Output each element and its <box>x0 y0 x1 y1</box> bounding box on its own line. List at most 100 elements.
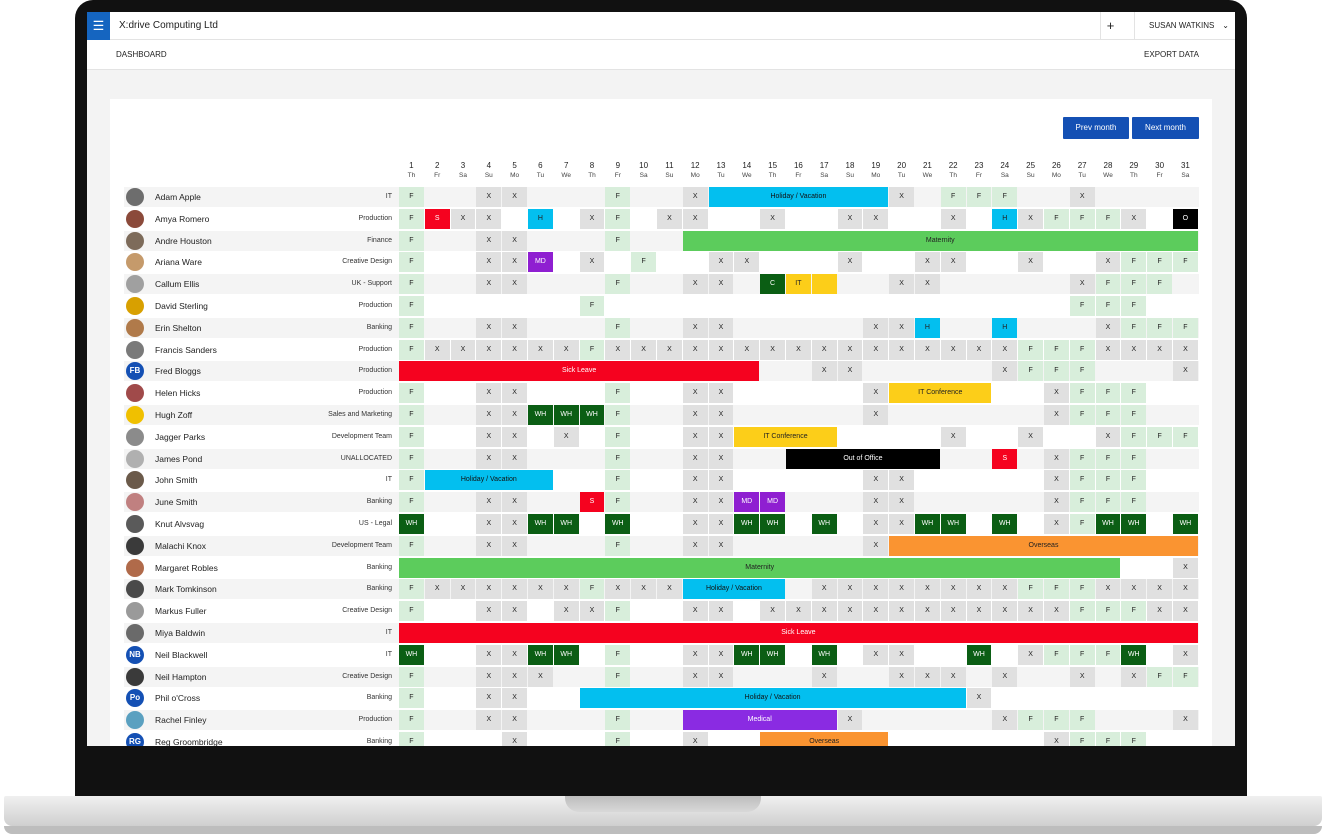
day-cell[interactable]: F <box>579 339 605 360</box>
day-cell[interactable]: X <box>1018 601 1043 622</box>
day-cell[interactable] <box>1147 383 1172 403</box>
day-cell[interactable] <box>889 361 914 381</box>
day-cell[interactable] <box>451 645 476 665</box>
day-cell[interactable] <box>1070 427 1095 447</box>
day-cell[interactable]: X <box>863 317 889 338</box>
wfh-cell[interactable]: WH <box>811 514 837 534</box>
absence-bar-overseas[interactable]: Overseas <box>760 732 889 746</box>
day-cell[interactable]: X <box>476 187 502 207</box>
employee-name[interactable]: John Smith <box>155 470 198 490</box>
day-cell[interactable]: X <box>708 514 734 534</box>
day-cell[interactable]: F <box>605 644 631 665</box>
day-cell[interactable]: X <box>708 644 734 665</box>
day-cell[interactable] <box>554 318 579 338</box>
day-cell[interactable] <box>631 209 656 229</box>
day-cell[interactable] <box>554 732 579 746</box>
day-cell[interactable]: F <box>579 296 605 316</box>
day-cell[interactable] <box>967 405 992 425</box>
day-cell[interactable] <box>1147 187 1172 207</box>
day-cell[interactable] <box>992 427 1017 447</box>
day-cell[interactable]: X <box>1044 601 1069 622</box>
day-cell[interactable] <box>1018 667 1043 687</box>
day-cell[interactable]: X <box>631 579 656 600</box>
day-cell[interactable]: X <box>476 383 502 404</box>
day-cell[interactable] <box>580 187 605 207</box>
day-cell[interactable]: X <box>502 644 527 665</box>
day-cell[interactable]: F <box>966 187 992 207</box>
day-cell[interactable] <box>528 383 553 403</box>
day-cell[interactable]: F <box>1069 383 1095 404</box>
day-cell[interactable]: F <box>605 492 631 513</box>
day-cell[interactable] <box>657 470 682 490</box>
day-cell[interactable]: X <box>605 339 631 360</box>
day-cell[interactable]: X <box>502 514 527 534</box>
day-cell[interactable]: F <box>1173 317 1198 338</box>
day-cell[interactable] <box>863 710 888 730</box>
wfh-cell[interactable]: WH <box>553 644 579 665</box>
day-cell[interactable]: X <box>682 448 708 469</box>
day-cell[interactable] <box>760 405 785 425</box>
wfh-cell[interactable]: WH <box>528 514 553 534</box>
day-cell[interactable]: F <box>605 426 631 447</box>
absence-bar-holiday[interactable]: Holiday / Vacation <box>708 187 889 207</box>
day-cell[interactable]: X <box>682 339 708 360</box>
day-cell[interactable]: X <box>1044 448 1069 469</box>
day-cell[interactable] <box>631 514 656 534</box>
day-cell[interactable]: X <box>863 579 889 600</box>
day-cell[interactable] <box>812 383 837 403</box>
day-cell[interactable] <box>1121 710 1146 730</box>
day-cell[interactable]: X <box>682 187 708 207</box>
day-cell[interactable] <box>915 645 940 665</box>
conference-cell[interactable] <box>811 274 837 295</box>
day-cell[interactable]: X <box>889 339 914 360</box>
day-cell[interactable] <box>631 536 656 556</box>
day-cell[interactable]: X <box>476 317 502 338</box>
day-cell[interactable]: F <box>1069 514 1095 534</box>
day-cell[interactable] <box>1044 274 1069 294</box>
day-cell[interactable] <box>734 732 759 746</box>
day-cell[interactable] <box>605 296 630 316</box>
wfh-cell[interactable]: WH <box>605 514 631 534</box>
day-cell[interactable] <box>425 187 450 207</box>
day-cell[interactable] <box>451 492 476 512</box>
wfh-cell[interactable]: WH <box>1121 514 1147 534</box>
sick-cell[interactable]: S <box>992 448 1018 469</box>
day-cell[interactable] <box>863 252 888 272</box>
day-cell[interactable] <box>425 688 450 708</box>
day-cell[interactable]: F <box>1018 339 1043 360</box>
day-cell[interactable] <box>1147 361 1172 381</box>
day-cell[interactable] <box>1147 209 1172 229</box>
day-cell[interactable]: X <box>1044 514 1069 534</box>
day-cell[interactable]: X <box>992 339 1018 360</box>
day-cell[interactable] <box>425 645 450 665</box>
day-cell[interactable] <box>1044 667 1069 687</box>
day-cell[interactable]: X <box>682 644 708 665</box>
day-cell[interactable] <box>941 361 966 381</box>
day-cell[interactable] <box>889 209 914 229</box>
day-cell[interactable]: X <box>682 732 708 746</box>
day-cell[interactable]: X <box>992 666 1018 687</box>
day-cell[interactable] <box>915 427 940 447</box>
day-cell[interactable]: X <box>811 666 837 687</box>
day-cell[interactable] <box>657 732 682 746</box>
day-cell[interactable] <box>863 274 888 294</box>
day-cell[interactable]: X <box>708 492 734 513</box>
day-cell[interactable] <box>425 732 450 746</box>
day-cell[interactable]: X <box>708 339 734 360</box>
day-cell[interactable]: F <box>1069 470 1095 491</box>
day-cell[interactable] <box>554 688 579 708</box>
day-cell[interactable]: X <box>940 579 966 600</box>
day-cell[interactable] <box>657 187 682 207</box>
day-cell[interactable]: X <box>682 535 708 556</box>
day-cell[interactable]: X <box>682 601 708 622</box>
day-cell[interactable] <box>683 296 708 316</box>
day-cell[interactable]: F <box>1095 492 1121 513</box>
day-cell[interactable] <box>425 449 450 469</box>
day-cell[interactable]: X <box>708 317 734 338</box>
day-cell[interactable]: X <box>915 274 940 295</box>
day-cell[interactable] <box>554 274 579 294</box>
day-cell[interactable] <box>786 361 811 381</box>
day-cell[interactable] <box>734 601 759 621</box>
day-cell[interactable]: X <box>1069 274 1095 295</box>
day-cell[interactable]: X <box>502 187 527 207</box>
